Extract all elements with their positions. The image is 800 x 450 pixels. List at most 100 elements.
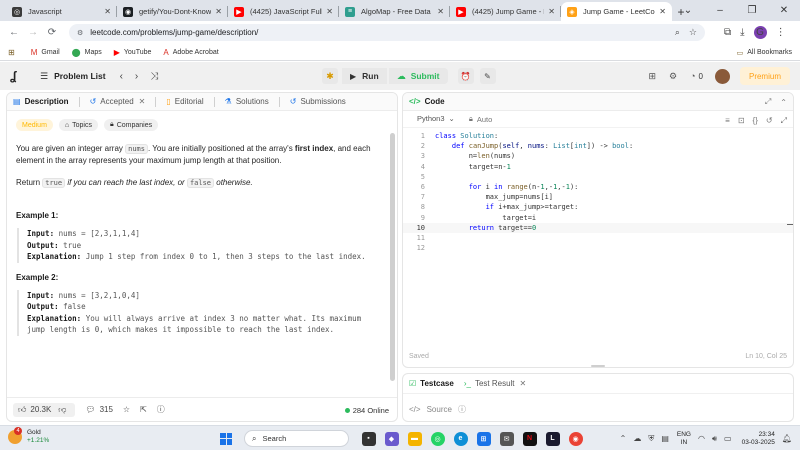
- code-line[interactable]: 9 target=i: [403, 213, 793, 223]
- browser-tab[interactable]: ◎ Javascript ✕: [6, 2, 117, 21]
- next-problem-icon[interactable]: ›: [135, 71, 138, 82]
- browser-tab[interactable]: ≡ AlgoMap - Free Data Struc ✕: [339, 2, 450, 21]
- braces-icon[interactable]: {}: [753, 116, 758, 125]
- thumbs-down-icon[interactable]: 👎︎: [58, 405, 66, 415]
- chrome-icon[interactable]: ◉: [568, 431, 583, 446]
- bookmark-item[interactable]: ⬤ Maps: [72, 48, 102, 57]
- reset-icon[interactable]: ↺: [766, 116, 773, 125]
- format-icon[interactable]: ≡: [725, 116, 730, 125]
- code-line[interactable]: 1 class Solution:: [403, 131, 793, 141]
- code-line[interactable]: 11: [403, 233, 793, 243]
- tab-test-result[interactable]: ›_ Test Result ✕: [464, 379, 526, 388]
- code-line[interactable]: 7 max_jump=nums[i]: [403, 192, 793, 202]
- source-label[interactable]: Source: [427, 405, 452, 414]
- minimize-button[interactable]: –: [704, 5, 736, 16]
- code-line[interactable]: 8 if i+max_jump>=target:: [403, 202, 793, 212]
- close-tab-icon[interactable]: ✕: [104, 7, 111, 16]
- wifi-icon[interactable]: ◠: [698, 434, 705, 443]
- widgets-button[interactable]: 4 Gold +1.21%: [8, 427, 49, 445]
- tab-testcase[interactable]: ☑ Testcase: [409, 379, 454, 388]
- network-icon[interactable]: ▤: [661, 434, 669, 443]
- profile-avatar[interactable]: G: [753, 26, 767, 39]
- code-line-current[interactable]: 10 return target==0: [403, 222, 793, 233]
- site-info-icon[interactable]: ⚙: [77, 29, 83, 37]
- maximize-icon[interactable]: ⤢: [765, 97, 771, 107]
- back-button[interactable]: ←: [6, 27, 22, 38]
- user-avatar[interactable]: [714, 68, 730, 84]
- tab-editorial[interactable]: ▯ Editorial: [166, 97, 203, 106]
- bookmark-star-icon[interactable]: ☆: [689, 27, 697, 38]
- bookmark-item[interactable]: ▶ YouTube: [114, 48, 152, 57]
- tab-submissions[interactable]: ↺ Submissions: [290, 97, 346, 106]
- layout-icon[interactable]: ⊞: [648, 71, 656, 82]
- bookmark-item[interactable]: M Gmail: [31, 48, 60, 57]
- battery-icon[interactable]: ▭: [724, 434, 732, 443]
- clock[interactable]: 23:34 03-03-2025: [742, 431, 775, 447]
- code-line[interactable]: 4 target=n-1: [403, 162, 793, 172]
- tab-solutions[interactable]: ⚗ Solutions: [225, 97, 269, 106]
- fullscreen-icon[interactable]: ⤢: [781, 116, 787, 126]
- code-line[interactable]: 12: [403, 243, 793, 253]
- close-tab-icon[interactable]: ✕: [548, 7, 555, 16]
- code-line[interactable]: 5: [403, 172, 793, 182]
- task-view-icon[interactable]: ▪: [361, 431, 376, 446]
- language-select[interactable]: Python3 ⌄: [417, 115, 455, 123]
- prev-problem-icon[interactable]: ‹: [120, 71, 123, 82]
- tab-code[interactable]: </> Code: [409, 97, 445, 106]
- like-button[interactable]: 👍︎ 20.3K 👎︎: [13, 402, 76, 417]
- apps-grid-icon[interactable]: ⊞: [8, 48, 19, 57]
- close-tab-icon[interactable]: ✕: [437, 7, 444, 16]
- premium-button[interactable]: Premium: [739, 67, 790, 85]
- code-editor[interactable]: 1 class Solution: 2 def canJump(self, num…: [403, 131, 793, 347]
- edge-icon[interactable]: e: [453, 431, 468, 446]
- notifications-icon[interactable]: 🔔︎: [782, 434, 792, 443]
- copilot-icon[interactable]: ◆: [384, 431, 399, 446]
- close-tab-icon[interactable]: ✕: [520, 379, 527, 388]
- collapse-icon[interactable]: ⌃: [780, 98, 787, 107]
- close-tab-icon[interactable]: ✕: [215, 7, 222, 16]
- run-button[interactable]: ▶ Run: [342, 68, 387, 84]
- notes-button[interactable]: ✎: [479, 68, 496, 84]
- description-scrollbar[interactable]: [390, 115, 395, 395]
- download-icon[interactable]: ⤓: [740, 27, 744, 38]
- chevron-down-icon[interactable]: ⌄: [672, 5, 704, 16]
- tab-accepted[interactable]: ↺ Accepted ✕: [90, 97, 146, 106]
- panel-resize-handle[interactable]: [591, 365, 605, 367]
- close-tab-icon[interactable]: ✕: [659, 7, 666, 16]
- comments-button[interactable]: 💬︎ 315: [85, 405, 113, 414]
- url-text[interactable]: leetcode.com/problems/jump-game/descript…: [90, 28, 666, 37]
- linkedin-icon[interactable]: L: [545, 431, 560, 446]
- scrollbar-thumb[interactable]: [390, 133, 395, 381]
- code-line[interactable]: 3 n=len(nums): [403, 151, 793, 161]
- netflix-icon[interactable]: N: [522, 431, 537, 446]
- volume-icon[interactable]: 🔊︎: [712, 434, 717, 444]
- timer-button[interactable]: ⏰: [457, 68, 474, 84]
- share-icon[interactable]: ⇱: [140, 405, 147, 414]
- problem-list-link[interactable]: Problem List: [54, 71, 105, 81]
- mail-icon[interactable]: ✉: [499, 431, 514, 446]
- help-icon[interactable]: ⓘ: [157, 404, 165, 415]
- cloud-icon[interactable]: ☁: [633, 434, 641, 443]
- list-icon[interactable]: ☰: [40, 71, 48, 82]
- translate-icon[interactable]: ⌕: [675, 27, 680, 38]
- shuffle-icon[interactable]: ⤨: [150, 71, 158, 82]
- topics-tag[interactable]: ⌂ Topics: [58, 119, 98, 131]
- debug-button[interactable]: ✱: [322, 68, 338, 84]
- close-window-button[interactable]: ✕: [768, 5, 800, 16]
- forward-button[interactable]: →: [25, 27, 41, 38]
- menu-kebab-icon[interactable]: ⋮: [776, 27, 786, 38]
- browser-tab[interactable]: ◉ getify/You-Dont-Know-JS:✕: [117, 2, 228, 21]
- restore-button[interactable]: ❐: [736, 5, 768, 16]
- code-line[interactable]: 2 def canJump(self, nums: List[int]) -> …: [403, 141, 793, 151]
- favorite-star-icon[interactable]: ☆: [123, 405, 130, 414]
- browser-tab[interactable]: ▶ (4425) JavaScript Full Cour✕: [228, 2, 339, 21]
- security-icon[interactable]: ⛨: [648, 434, 654, 444]
- help-icon[interactable]: ⓘ: [458, 404, 466, 415]
- taskbar-search[interactable]: ⌕ Search: [244, 430, 349, 447]
- extensions-icon[interactable]: ⧉: [724, 27, 731, 38]
- chevron-up-icon[interactable]: ⌃: [620, 434, 627, 443]
- companies-tag[interactable]: 🔒︎ Companies: [103, 119, 159, 131]
- tab-description[interactable]: ▤ Description: [13, 97, 69, 106]
- close-tab-icon[interactable]: ✕: [139, 97, 146, 106]
- whatsapp-icon[interactable]: ◎: [430, 431, 445, 446]
